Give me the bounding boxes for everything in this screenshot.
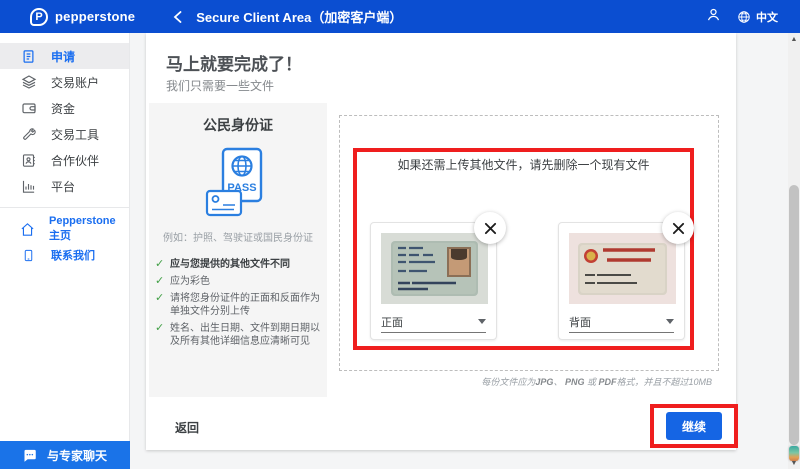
file-format-note: 每份文件应为JPG、 PNG 或 PDF格式，并且不超过10MB — [481, 377, 712, 387]
header-right: 中文 — [706, 7, 778, 27]
trading-tools-wrench-icon — [20, 126, 37, 143]
continue-button[interactable]: 继续 — [666, 412, 722, 440]
requirement-item: ✓ 应与您提供的其他文件不同 — [155, 258, 290, 270]
sidebar-link-contact-us[interactable]: 联系我们 — [0, 242, 129, 268]
check-icon: ✓ — [155, 275, 165, 287]
secure-client-area-page: P pepperstone Secure Client Area（加密客户端） … — [0, 0, 800, 469]
delete-back-file-button[interactable] — [662, 212, 694, 244]
passport-pass-icon: PASS — [149, 147, 327, 219]
account-person-icon[interactable] — [706, 7, 721, 27]
partners-contact-book-icon — [20, 152, 37, 169]
check-icon: ✓ — [155, 292, 165, 304]
sidebar: 申请 交易账户 资金 交易工具 合作伙伴 平台 Pepperstone 主页 联… — [0, 33, 130, 469]
document-example-text: 例如：护照、驾驶证或国民身份证 — [163, 233, 313, 244]
sidebar-item-label: 平台 — [51, 179, 76, 194]
pepperstone-logo-icon: P — [30, 7, 48, 26]
application-document-icon — [20, 48, 37, 65]
id-card-front-photo — [381, 233, 488, 304]
sidebar-item-label: 交易账户 — [51, 75, 100, 90]
brand-name: pepperstone — [55, 9, 136, 24]
sidebar-divider — [0, 207, 129, 208]
requirement-item: ✓ 请将您身份证件的正面和反面作为单独文件分别上传 — [155, 292, 320, 317]
id-card-back-photo — [569, 233, 676, 304]
document-type-title: 公民身份证 — [203, 117, 273, 133]
sidebar-link-label: Pepperstone 主页 — [49, 215, 116, 242]
main-title: 马上就要完成了！ — [166, 55, 302, 74]
sidebar-link-label: 联系我们 — [51, 250, 95, 262]
chevron-down-icon — [666, 319, 674, 324]
delete-front-file-button[interactable] — [474, 212, 506, 244]
requirement-item: ✓ 应为彩色 — [155, 275, 210, 287]
sidebar-item-partners[interactable]: 合作伙伴 — [0, 147, 129, 173]
side-select-back[interactable]: 背面 — [569, 311, 674, 333]
sidebar-link-homepage[interactable]: Pepperstone 主页 — [0, 215, 129, 242]
sidebar-item-trading-tools[interactable]: 交易工具 — [0, 121, 129, 147]
scroll-down-arrow-icon[interactable]: ▼ — [788, 457, 800, 469]
globe-icon — [738, 10, 750, 23]
top-header: P pepperstone Secure Client Area（加密客户端） … — [0, 0, 800, 33]
side-select-value: 正面 — [381, 316, 403, 329]
chat-with-expert-button[interactable]: 与专家聊天 — [0, 441, 130, 469]
scroll-up-arrow-icon[interactable]: ▲ — [788, 33, 800, 45]
logo-letter: P — [35, 10, 43, 23]
sidebar-item-application[interactable]: 申请 — [0, 43, 129, 69]
sidebar-item-label: 交易工具 — [51, 127, 100, 142]
chat-label: 与专家聊天 — [47, 448, 108, 463]
sidebar-item-trading-accounts[interactable]: 交易账户 — [0, 69, 129, 95]
chat-bubble-icon — [24, 449, 36, 462]
sidebar-item-label: 申请 — [51, 49, 76, 64]
home-icon — [20, 221, 35, 238]
language-label: 中文 — [756, 11, 778, 24]
page-title: Secure Client Area（加密客户端） — [196, 10, 403, 25]
vertical-scrollbar[interactable]: ▲ ▼ — [788, 33, 800, 469]
chevron-down-icon — [478, 319, 486, 324]
language-switcher[interactable]: 中文 — [737, 9, 778, 25]
check-icon: ✓ — [155, 258, 165, 270]
uploaded-file-tile-back: 背面 — [558, 222, 685, 340]
requirements-list: ✓ 应与您提供的其他文件不同 ✓ 应为彩色 ✓ 请将您身份证件的正面和反面作为单… — [149, 258, 327, 348]
document-info-panel: 公民身份证 PASS 例如：护照、驾驶证或国民身份证 ✓ 应与您提供的其他文件不… — [149, 103, 327, 397]
sidebar-nav: 申请 交易账户 资金 交易工具 合作伙伴 平台 Pepperstone 主页 联… — [0, 33, 129, 268]
platforms-chart-icon — [20, 178, 37, 195]
sidebar-item-platforms[interactable]: 平台 — [0, 173, 129, 199]
close-icon — [672, 222, 684, 234]
sidebar-item-label: 合作伙伴 — [51, 153, 100, 168]
uploaded-file-tile-front: 正面 — [370, 222, 497, 340]
side-select-front[interactable]: 正面 — [381, 311, 486, 333]
side-select-value: 背面 — [569, 316, 591, 329]
back-button[interactable]: 返回 — [175, 419, 199, 436]
pepperstone-logo[interactable]: P pepperstone — [30, 7, 136, 26]
requirement-item: ✓ 姓名、出生日期、文件到期日期以及所有其他详细信息应清晰可见 — [155, 322, 320, 347]
back-chevron-icon[interactable] — [173, 10, 182, 23]
trading-accounts-layers-icon — [20, 74, 37, 91]
funds-wallet-icon — [20, 100, 37, 117]
scrollbar-thumb[interactable] — [789, 185, 799, 445]
contact-phone-icon — [20, 247, 37, 264]
content-card: 马上就要完成了！ 我们只需要一些文件 公民身份证 PASS 例如：护照、驾驶证或… — [146, 33, 738, 450]
sidebar-item-funds[interactable]: 资金 — [0, 95, 129, 121]
check-icon: ✓ — [155, 322, 165, 334]
upload-limit-message: 如果还需上传其他文件，请先删除一个现有文件 — [397, 158, 650, 172]
sidebar-item-label: 资金 — [51, 101, 76, 116]
close-icon — [484, 222, 496, 234]
main-subtitle: 我们只需要一些文件 — [166, 79, 275, 93]
